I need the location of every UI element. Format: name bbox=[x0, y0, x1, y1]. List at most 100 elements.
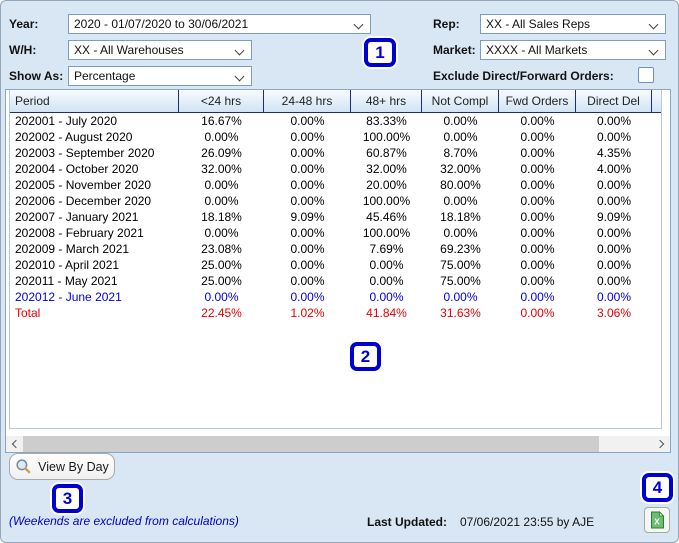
callout-1: 1 bbox=[364, 38, 396, 67]
value-cell: 0.00% bbox=[290, 226, 325, 240]
table-row[interactable]: 202002 - August 2020 0.00% 0.00% 100.00% 0.0… bbox=[10, 129, 661, 145]
table-row[interactable]: 202008 - February 2021 0.00% 0.00% 100.00% 0… bbox=[10, 225, 661, 241]
market-select-value: XXXX - All Markets bbox=[486, 43, 588, 57]
value-cell: 0.00% bbox=[204, 194, 239, 208]
value-cell: 0.00% bbox=[596, 258, 632, 272]
value-cell: 0.00% bbox=[290, 194, 325, 208]
column-header-fwd-orders[interactable]: Fwd Orders bbox=[499, 90, 576, 112]
export-to-excel-button[interactable]: X bbox=[644, 507, 670, 533]
table-row[interactable]: 202011 - May 2021 25.00% 0.00% 0.00% 75.00% 0… bbox=[10, 273, 661, 289]
table-body: 202001 - July 2020 16.67% 0.00% 83.33% 0.00%… bbox=[10, 113, 661, 321]
market-label: Market: bbox=[433, 43, 476, 57]
scrollbar-thumb[interactable] bbox=[23, 436, 599, 452]
value-cell: 100.00% bbox=[362, 226, 411, 240]
value-cell: 0.00% bbox=[204, 130, 239, 144]
results-table: Period <24 hrs 24-48 hrs 48+ hrs Not Com… bbox=[9, 90, 662, 429]
value-cell: 0.00% bbox=[204, 226, 239, 240]
value-cell: 25.00% bbox=[201, 274, 242, 288]
table-row[interactable]: 202001 - July 2020 16.67% 0.00% 83.33% 0.00%… bbox=[10, 113, 661, 129]
value-cell: 0.00% bbox=[596, 178, 632, 192]
svg-text:X: X bbox=[654, 517, 660, 527]
chevron-down-icon bbox=[648, 45, 659, 56]
weekends-note: (Weekends are excluded from calculations… bbox=[9, 514, 239, 528]
chevron-down-icon bbox=[353, 19, 364, 30]
horizontal-scrollbar[interactable] bbox=[6, 436, 670, 452]
show-as-label: Show As: bbox=[9, 69, 64, 83]
column-header-period[interactable]: Period bbox=[10, 90, 179, 112]
table-row[interactable]: 202004 - October 2020 32.00% 0.00% 32.00% 32… bbox=[10, 161, 661, 177]
warehouse-select[interactable]: XX - All Warehouses bbox=[68, 40, 252, 60]
value-cell: 8.70% bbox=[443, 146, 478, 160]
show-as-select[interactable]: Percentage bbox=[68, 66, 252, 86]
value-cell: 3.06% bbox=[596, 306, 632, 320]
period-cell: 202001 - July 2020 bbox=[15, 114, 118, 128]
value-cell: 0.00% bbox=[596, 226, 632, 240]
chevron-down-icon bbox=[234, 45, 245, 56]
value-cell: 0.00% bbox=[520, 210, 555, 224]
value-cell: 0.00% bbox=[596, 130, 632, 144]
value-cell: 4.00% bbox=[596, 162, 632, 176]
table-row[interactable]: 202005 - November 2020 0.00% 0.00% 20.00% 80… bbox=[10, 177, 661, 193]
table-row[interactable]: 202010 - April 2021 25.00% 0.00% 0.00% 75.00… bbox=[10, 257, 661, 273]
value-cell: 0.00% bbox=[443, 114, 478, 128]
period-cell: 202003 - September 2020 bbox=[15, 146, 155, 160]
scroll-right-button[interactable] bbox=[653, 436, 670, 452]
value-cell: 75.00% bbox=[440, 258, 481, 272]
column-header-not-compl[interactable]: Not Compl bbox=[422, 90, 499, 112]
column-header-under-24-hrs[interactable]: <24 hrs bbox=[179, 90, 264, 112]
value-cell: 25.00% bbox=[201, 258, 242, 272]
value-cell: 83.33% bbox=[366, 114, 407, 128]
value-cell: 23.08% bbox=[201, 242, 242, 256]
table-row[interactable]: 202006 - December 2020 0.00% 0.00% 100.00% 0… bbox=[10, 193, 661, 209]
value-cell: 0.00% bbox=[290, 114, 325, 128]
view-by-day-button[interactable]: View By Day bbox=[9, 453, 115, 480]
value-cell: 100.00% bbox=[362, 130, 411, 144]
value-cell: 0.00% bbox=[290, 290, 325, 304]
period-cell: 202007 - January 2021 bbox=[15, 210, 139, 224]
period-cell: 202004 - October 2020 bbox=[15, 162, 139, 176]
column-header-24-48-hrs[interactable]: 24-48 hrs bbox=[264, 90, 351, 112]
column-header-48-plus-hrs[interactable]: 48+ hrs bbox=[351, 90, 422, 112]
rep-label: Rep: bbox=[433, 17, 460, 31]
value-cell: 0.00% bbox=[596, 274, 632, 288]
chevron-down-icon bbox=[234, 71, 245, 82]
column-header-direct-del[interactable]: Direct Del bbox=[576, 90, 652, 112]
value-cell: 80.00% bbox=[440, 178, 481, 192]
year-select[interactable]: 2020 - 01/07/2020 to 30/06/2021 bbox=[68, 14, 371, 34]
value-cell: 0.00% bbox=[290, 274, 325, 288]
market-select[interactable]: XXXX - All Markets bbox=[480, 40, 666, 60]
last-updated-label: Last Updated: bbox=[367, 515, 448, 529]
value-cell: 9.09% bbox=[290, 210, 325, 224]
period-cell: 202006 - December 2020 bbox=[15, 194, 152, 208]
value-cell: 0.00% bbox=[520, 274, 555, 288]
table-header-row: Period <24 hrs 24-48 hrs 48+ hrs Not Com… bbox=[10, 90, 661, 113]
value-cell: 45.46% bbox=[366, 210, 407, 224]
value-cell: 16.67% bbox=[201, 114, 242, 128]
period-cell: 202008 - February 2021 bbox=[15, 226, 144, 240]
table-row[interactable]: 202003 - September 2020 26.09% 0.00% 60.87%… bbox=[10, 145, 661, 161]
rep-select[interactable]: XX - All Sales Reps bbox=[480, 14, 666, 34]
value-cell: 4.35% bbox=[596, 146, 632, 160]
value-cell: 0.00% bbox=[290, 130, 325, 144]
period-cell: 202012 - June 2021 bbox=[15, 290, 122, 304]
value-cell: 0.00% bbox=[520, 242, 555, 256]
table-row[interactable]: 202009 - March 2021 23.08% 0.00% 7.69% 69.23… bbox=[10, 241, 661, 257]
warehouse-select-value: XX - All Warehouses bbox=[74, 43, 184, 57]
value-cell: 0.00% bbox=[290, 242, 325, 256]
scroll-left-button[interactable] bbox=[6, 436, 23, 452]
exclude-orders-checkbox[interactable] bbox=[638, 67, 654, 83]
value-cell: 0.00% bbox=[520, 258, 555, 272]
value-cell: 18.18% bbox=[440, 210, 481, 224]
table-row[interactable]: 202007 - January 2021 18.18% 9.09% 45.46% 18… bbox=[10, 209, 661, 225]
table-row-total[interactable]: Total 22.45% 1.02% 41.84% 31.63% 0.00% 3.06% bbox=[10, 305, 661, 321]
report-panel: Year: 2020 - 01/07/2020 to 30/06/2021 Re… bbox=[0, 0, 679, 543]
value-cell: 0.00% bbox=[520, 130, 555, 144]
value-cell: 0.00% bbox=[443, 290, 478, 304]
value-cell: 0.00% bbox=[520, 178, 555, 192]
year-label: Year: bbox=[9, 17, 39, 31]
last-updated-value: 07/06/2021 23:55 by AJE bbox=[460, 515, 595, 529]
value-cell: 0.00% bbox=[443, 226, 478, 240]
value-cell: 1.02% bbox=[290, 306, 325, 320]
value-cell: 0.00% bbox=[520, 290, 555, 304]
table-row[interactable]: 202012 - June 2021 0.00% 0.00% 0.00% 0.00% 0.… bbox=[10, 289, 661, 305]
